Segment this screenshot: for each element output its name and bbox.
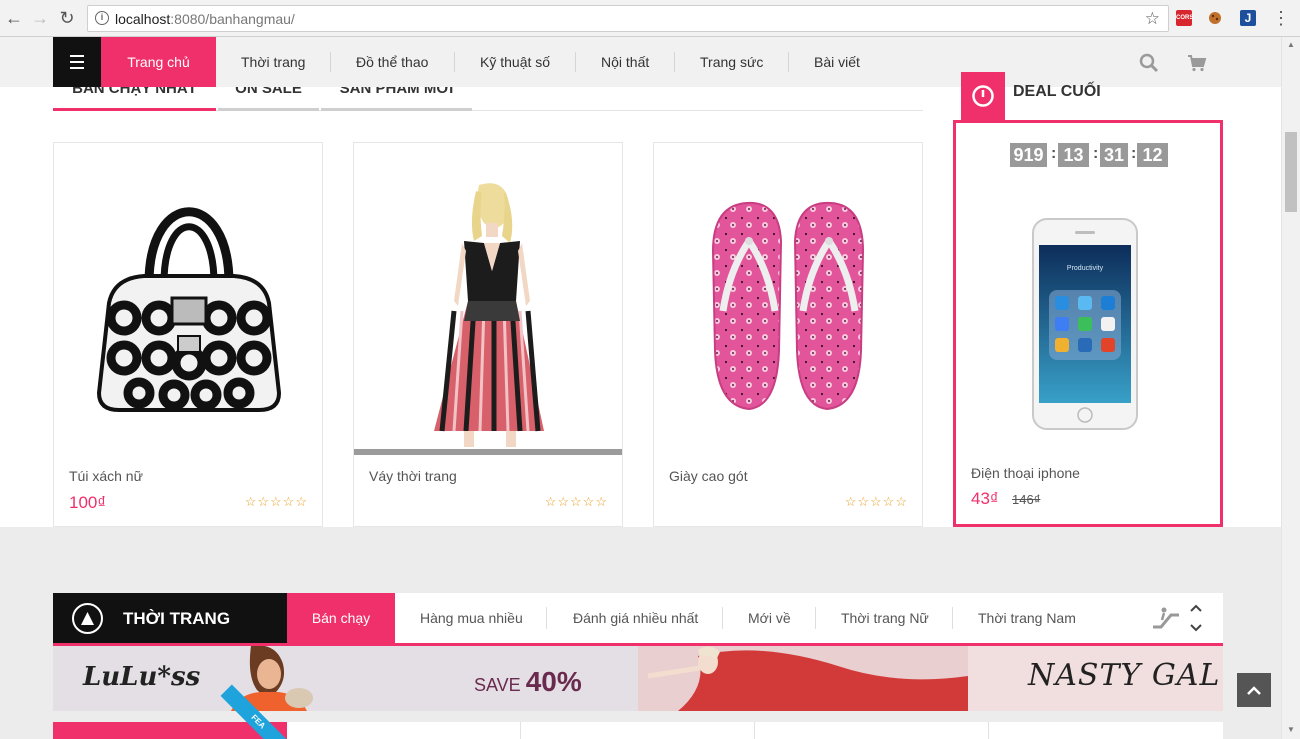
product-name[interactable]: Giày cao gót [669, 468, 748, 484]
rating-stars-icon: ☆☆☆☆☆ [544, 494, 608, 509]
nav-furniture[interactable]: Nội thất [601, 37, 649, 87]
save-label: SAVE [474, 675, 521, 695]
scroll-thumb[interactable] [1285, 132, 1297, 212]
category-feature-panel: FEA [53, 684, 296, 739]
cat-tab-best-selling[interactable]: Bán chạy [287, 593, 395, 643]
browser-toolbar: ← → ↻ i localhost:8080/banhangmau/ ☆ COR… [0, 0, 1300, 37]
url-text[interactable]: localhost:8080/banhangmau/ [115, 11, 295, 27]
product-image-handbag[interactable] [94, 188, 284, 418]
search-icon[interactable] [1139, 53, 1159, 73]
product-card[interactable]: Váy thời trang ☆☆☆☆☆ [353, 142, 623, 527]
banner-brand: NASTY GAL [1028, 658, 1221, 693]
cors-extension-icon[interactable]: CORS [1176, 10, 1193, 26]
url-path: :8080/banhangmau/ [170, 11, 295, 27]
category-title: THỜI TRANG [123, 609, 231, 628]
tab-active-bar [53, 108, 216, 111]
product-name[interactable]: Váy thời trang [369, 468, 457, 484]
scroll-down-icon[interactable]: ▼ [1287, 725, 1295, 734]
back-icon[interactable]: ← [4, 8, 24, 28]
product-card[interactable]: Giày cao gót ☆☆☆☆☆ [653, 142, 923, 527]
rating-stars-icon: ☆☆☆☆☆ [244, 494, 308, 509]
tab-bar [321, 108, 472, 111]
hamburger-menu-icon[interactable] [53, 37, 101, 87]
cat-tab-most-rated[interactable]: Đánh giá nhiều nhất [573, 593, 698, 643]
cat-tab-women[interactable]: Thời trang Nữ [841, 593, 929, 643]
save-percent: 40% [525, 666, 582, 697]
deal-price: 43₫ [971, 489, 999, 508]
chevron-up-icon [1247, 686, 1261, 695]
banner-save-text: SAVE 40% [474, 666, 582, 698]
screen-label: Productivity [1067, 265, 1104, 272]
back-to-top-button[interactable] [1237, 673, 1271, 707]
deal-box[interactable]: 919 : 13 : 31 : 12 Productivity Điện tho… [953, 120, 1223, 527]
nav-home[interactable]: Trang chủ [101, 37, 216, 87]
chevron-up-down-icon[interactable] [1189, 603, 1203, 633]
countdown-days: 919 [1010, 143, 1047, 167]
page-scrollbar[interactable]: ▲ ▼ [1281, 37, 1300, 739]
banner-model-image [638, 646, 968, 711]
nav-articles[interactable]: Bài viết [814, 37, 860, 87]
url-host: localhost [115, 11, 171, 27]
product-price: 100₫ [69, 493, 107, 512]
deal-title: DEAL CUỐI [1013, 83, 1101, 100]
banner-lulus[interactable]: LuLu*ss SAVE 40% [53, 646, 638, 711]
product-name[interactable]: Túi xách nữ [69, 468, 143, 484]
nav-jewelry[interactable]: Trang sức [700, 37, 763, 87]
address-bar[interactable]: i localhost:8080/banhangmau/ ☆ [87, 5, 1169, 32]
nav-digital[interactable]: Kỹ thuật số [480, 37, 550, 87]
product-image-iphone[interactable]: Productivity [1032, 218, 1138, 430]
countdown-minutes: 31 [1100, 143, 1128, 167]
deal-clock-icon [961, 72, 1005, 120]
category-products-row: FEA [53, 684, 1223, 739]
countdown-hours: 13 [1058, 143, 1089, 167]
category-header: THỜI TRANG [53, 593, 287, 643]
deal-old-price: 146₫ [1012, 492, 1041, 507]
nav-sportswear[interactable]: Đồ thể thao [356, 37, 428, 87]
product-card[interactable]: Túi xách nữ 100₫ ☆☆☆☆☆ [53, 142, 323, 527]
forward-icon[interactable]: → [30, 8, 50, 28]
deal-product-name[interactable]: Điện thoại iphone [971, 465, 1080, 481]
rating-stars-icon: ☆☆☆☆☆ [844, 494, 908, 509]
main-navigation: Trang chủ Thời trang Đồ thể thao Kỹ thuậ… [0, 37, 1281, 87]
image-progress-bar [354, 449, 622, 455]
j-extension-icon[interactable]: J [1240, 10, 1256, 26]
browser-menu-icon[interactable]: ⋮ [1271, 8, 1291, 28]
nav-fashion[interactable]: Thời trang [241, 37, 305, 87]
cat-tab-men[interactable]: Thời trang Nam [978, 593, 1076, 643]
category-icon [72, 603, 103, 634]
cookie-extension-icon[interactable] [1207, 10, 1223, 26]
scroll-up-icon[interactable]: ▲ [1287, 40, 1295, 49]
cart-icon[interactable] [1187, 53, 1207, 73]
bookmark-star-icon[interactable]: ☆ [1145, 9, 1160, 29]
product-image-dress[interactable] [424, 181, 554, 449]
cat-tab-most-bought[interactable]: Hàng mua nhiều [420, 593, 523, 643]
cat-tab-new-arrivals[interactable]: Mới về [748, 593, 791, 643]
countdown-seconds: 12 [1137, 143, 1168, 167]
banner-nastygal[interactable]: NASTY GAL [638, 646, 1223, 711]
product-image-flipflops[interactable] [709, 201, 869, 413]
escalator-icon[interactable] [1151, 605, 1181, 631]
tab-bar [218, 108, 319, 111]
info-icon[interactable]: i [95, 11, 109, 25]
reload-icon[interactable]: ↻ [57, 8, 77, 28]
banner-brand: LuLu*ss [83, 662, 201, 692]
category-bar: THỜI TRANG Bán chạy Hàng mua nhiều Đánh … [53, 593, 1223, 643]
